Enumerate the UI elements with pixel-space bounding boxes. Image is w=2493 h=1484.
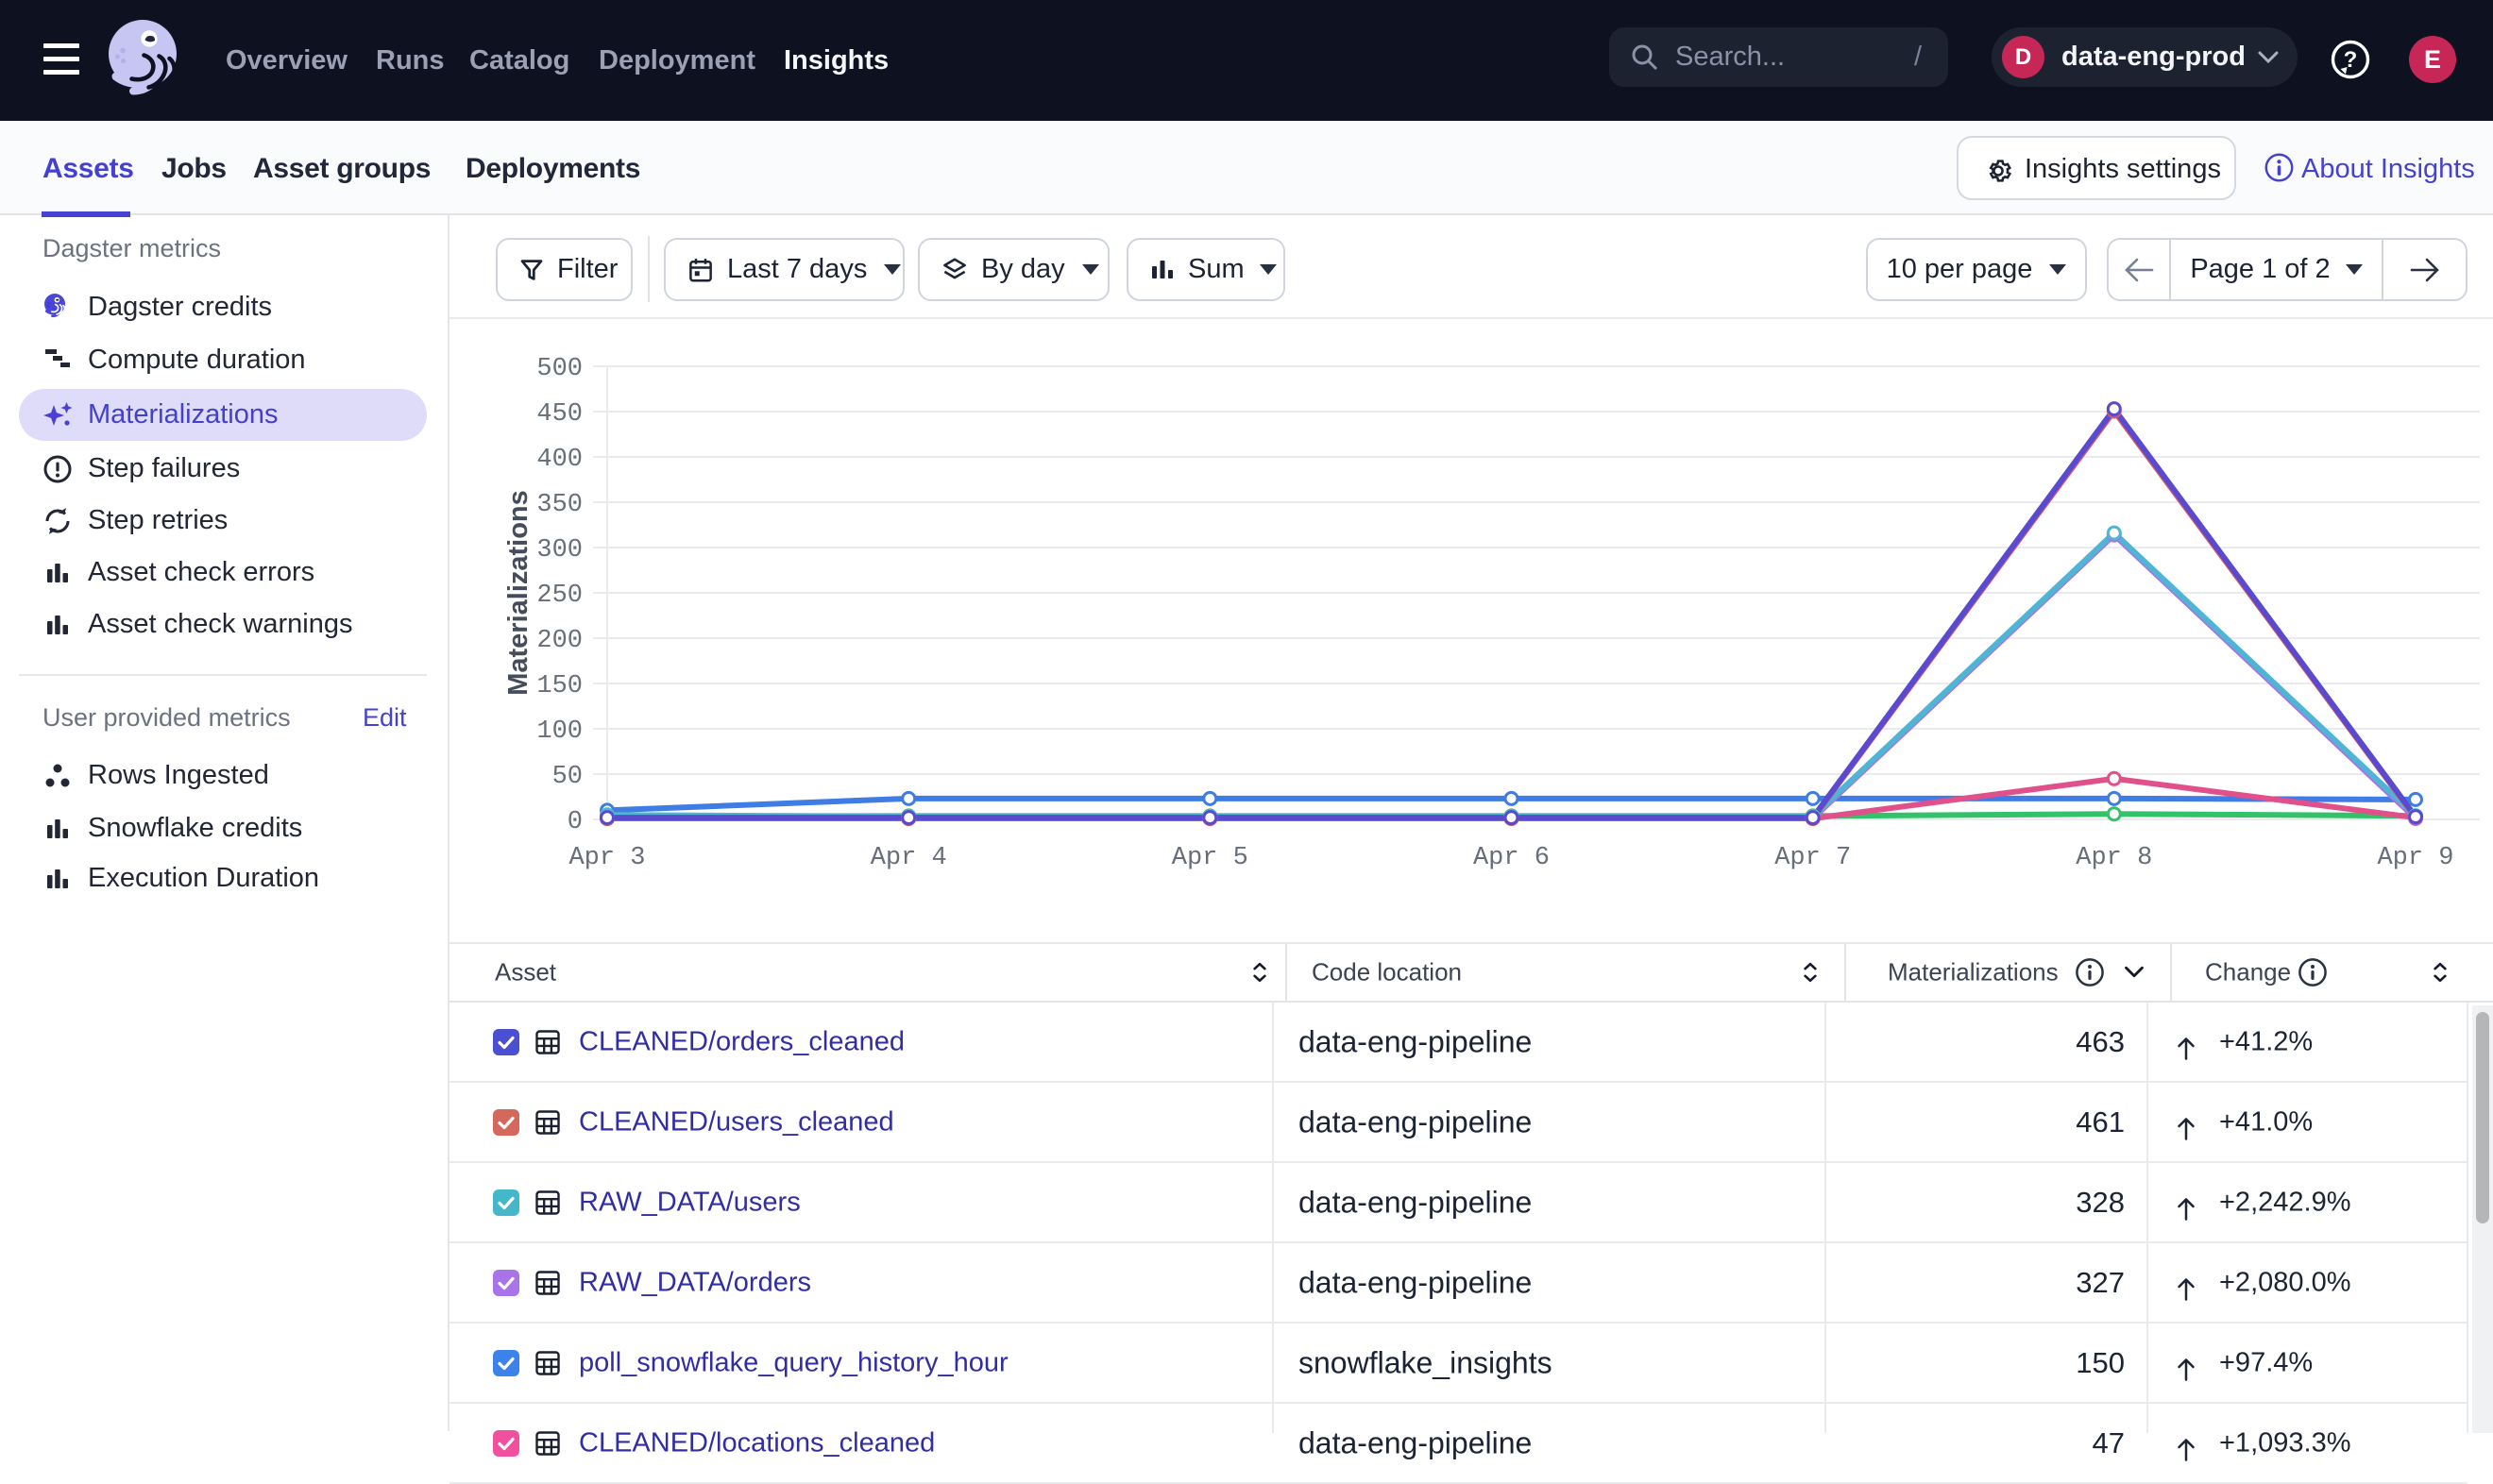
svg-text:Apr 5: Apr 5 xyxy=(1172,844,1248,872)
svg-text:350: 350 xyxy=(536,491,583,519)
svg-text:250: 250 xyxy=(536,582,583,610)
svg-text:450: 450 xyxy=(536,400,583,429)
svg-text:Apr 4: Apr 4 xyxy=(871,844,947,872)
svg-text:500: 500 xyxy=(536,355,583,383)
svg-text:Materializations: Materializations xyxy=(503,490,534,696)
svg-text:300: 300 xyxy=(536,536,583,565)
svg-text:Apr 9: Apr 9 xyxy=(2377,844,2453,872)
svg-text:0: 0 xyxy=(568,808,583,836)
svg-text:150: 150 xyxy=(536,672,583,700)
svg-text:Apr 6: Apr 6 xyxy=(1473,844,1550,872)
svg-text:Apr 8: Apr 8 xyxy=(2076,844,2152,872)
svg-text:50: 50 xyxy=(552,763,583,791)
svg-text:Apr 3: Apr 3 xyxy=(568,844,645,872)
svg-text:200: 200 xyxy=(536,627,583,655)
svg-text:Apr 7: Apr 7 xyxy=(1774,844,1851,872)
svg-text:400: 400 xyxy=(536,446,583,474)
svg-text:100: 100 xyxy=(536,717,583,746)
svg-text:?: ? xyxy=(2344,47,2358,73)
